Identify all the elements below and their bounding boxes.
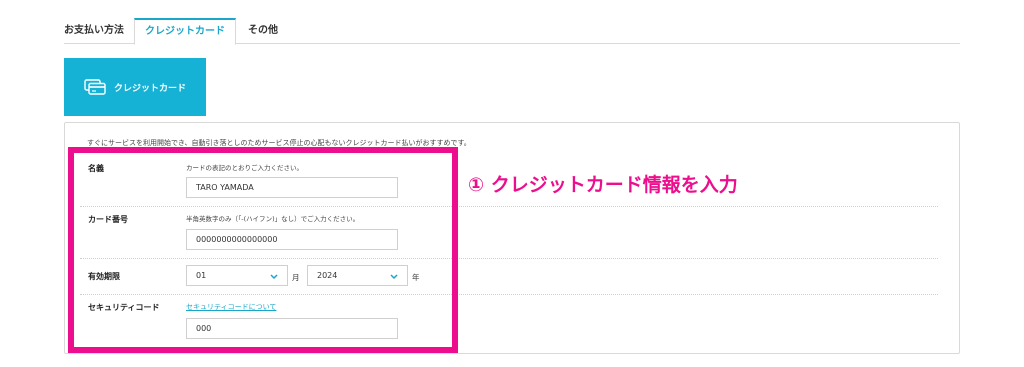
tab-payment-method[interactable]: お支払い方法 bbox=[64, 18, 132, 44]
tab-credit-card[interactable]: クレジットカード bbox=[134, 18, 236, 45]
credit-card-method-label: クレジットカード bbox=[114, 83, 187, 94]
payment-tabs: お支払い方法 クレジットカード その他 bbox=[64, 18, 960, 45]
annotation-text: ① クレジットカード情報を入力 bbox=[468, 174, 738, 196]
tab-other[interactable]: その他 bbox=[248, 18, 288, 44]
credit-card-method-button[interactable]: クレジットカード bbox=[64, 58, 206, 116]
highlight-box bbox=[68, 147, 458, 353]
credit-card-icon bbox=[84, 79, 106, 95]
